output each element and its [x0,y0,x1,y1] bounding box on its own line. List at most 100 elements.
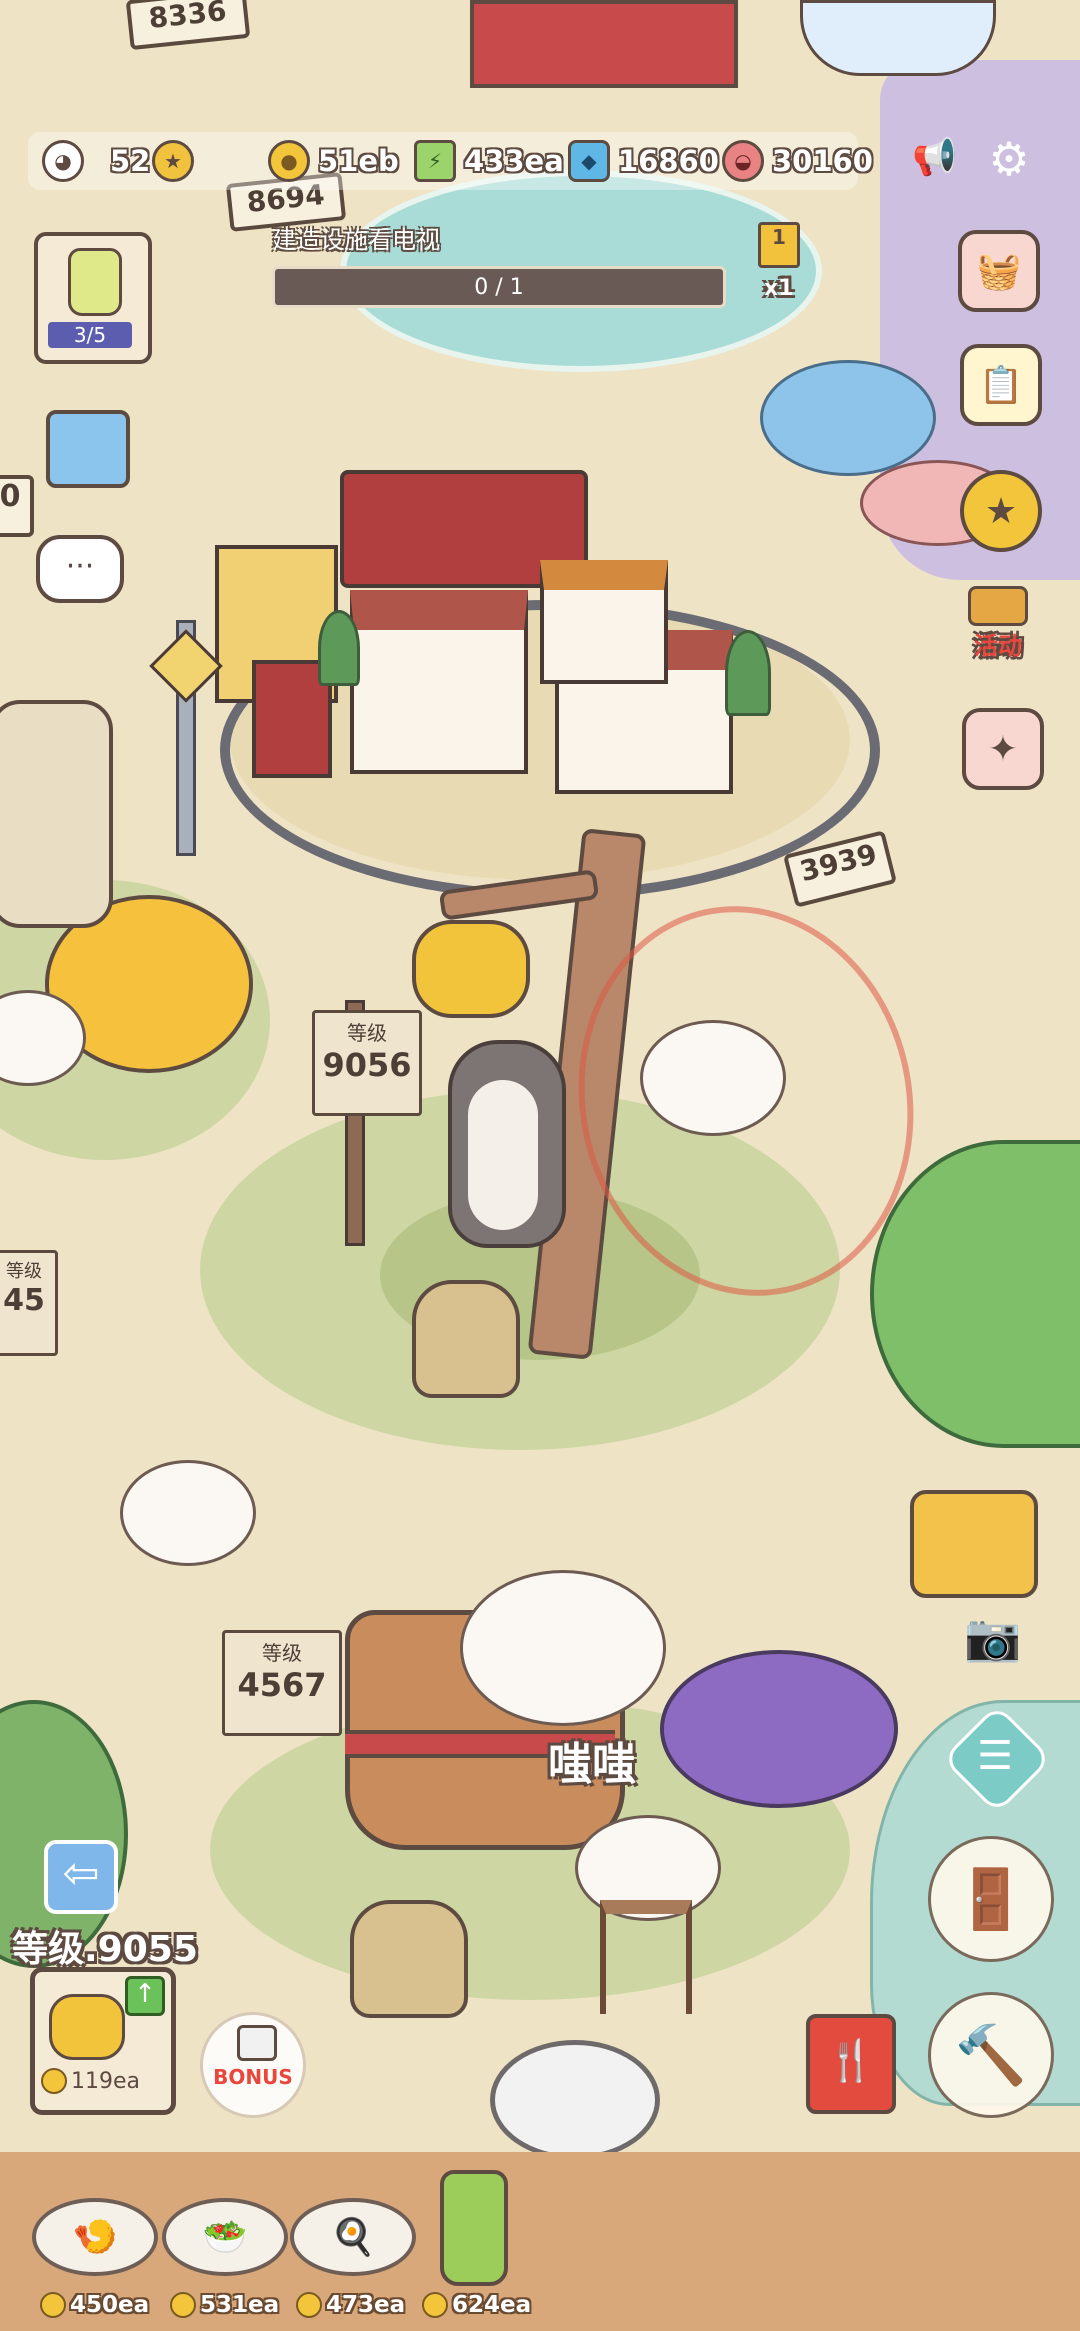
left-level-value: 45 [3,1283,45,1318]
tree-left [318,610,360,686]
grey-cat-belly [468,1080,538,1230]
upgrade-cost: 119ea [41,2068,159,2094]
shop-price-1: 450ea [40,2292,149,2318]
stool [600,1900,692,2014]
quest-progress-bar[interactable]: 0 / 1 [272,266,726,308]
bonus-button[interactable]: BONUS [200,2012,306,2118]
gem-value: 16860 [618,144,719,178]
shop-price-4: 624ea [422,2292,531,2318]
star-badge-icon[interactable]: ★ [960,470,1042,552]
shop-item-3[interactable]: 🍳 [290,2198,416,2276]
cat-face-icon: ◕ [42,140,84,182]
gem-resource[interactable]: ◆ 16860 [568,132,719,190]
sleeping-white-cat-far-left [120,1460,256,1566]
mouse-camera-figure [910,1490,1038,1598]
upgrade-arrow-icon: ↑ [125,1976,165,2016]
events-label: 活动 [974,632,1022,660]
honeycomb [412,920,530,1018]
shop-item-1[interactable]: 🍤 [32,2198,158,2276]
lightning-icon: ⚡ [414,140,456,182]
events-button[interactable]: 活动 [956,586,1040,666]
quest-reward-count: 1 [772,225,786,249]
gift-box-cat-icon[interactable] [46,410,130,488]
energy-resource[interactable]: ⚡ 433ea [414,132,564,190]
honey-level-label: 等级 [347,1021,387,1045]
bathhouse-curtain [470,0,738,88]
coral-decor [760,360,936,476]
coin-icon: ● [268,140,310,182]
juice-bottle-icon [440,2170,508,2286]
coin-resource[interactable]: ● 51eb [268,132,399,190]
chat-bubble-icon[interactable]: ··· [36,535,124,603]
shrimp-dish-icon: 🍤 [32,2198,158,2276]
palm-leaves [870,1140,1080,1448]
honey-level-value: 9056 [322,1046,412,1084]
shop-price-3: 473ea [296,2292,405,2318]
recipe-book-button[interactable]: 🍴 [806,2014,896,2114]
upgrade-cost-value: 119ea [71,2068,141,2094]
cat-food-icon: ◒ [722,140,764,182]
star-icon[interactable]: ★ [152,140,194,182]
burlap-sack-bottom [350,1900,468,2018]
quest-title: 建造设施看电视 [272,226,440,254]
quest-progress-text: 0 / 1 [474,274,524,300]
coin-icon [40,2292,66,2318]
blue-gem-icon: ◆ [568,140,610,182]
quest-reward-ticket-icon[interactable]: 1 [758,222,800,268]
juice-jar-widget[interactable]: 3/5 [34,232,152,364]
left-level-sign: 等级 45 [0,1250,58,1356]
announcement-icon[interactable]: 📢 [912,136,962,184]
bread-tower [0,700,113,928]
top-left-sign: 8336 [125,0,251,51]
honey-level-sign: 等级 9056 [312,1010,422,1116]
shop-item-4[interactable] [440,2170,508,2286]
dining-plate[interactable] [490,2040,660,2160]
house-left [350,590,528,774]
price-value: 531ea [200,2292,280,2318]
tree-right [725,630,771,716]
facility-level-label: 等级.9055 [12,1929,198,1970]
price-value: 473ea [326,2292,406,2318]
gift-icon [237,2025,277,2061]
coin-icon [422,2292,448,2318]
grape-level-label: 等级 [262,1641,302,1665]
jar-count-bar: 3/5 [48,322,132,348]
crossing-sign [149,629,223,703]
price-value: 624ea [452,2292,532,2318]
energy-value: 433ea [464,144,564,178]
house-back [540,560,668,684]
food-value: 30160 [772,144,873,178]
arched-door-icon: 🚪 [954,1864,1028,1933]
back-arrow-button[interactable]: ⇦ [44,1840,118,1914]
cat-count: ◕ 52 [42,132,150,190]
juice-jar-icon [68,248,122,316]
price-value: 450ea [70,2292,150,2318]
build-hammer-button[interactable]: 🔨 [928,1992,1054,2118]
chef-cat [460,1570,666,1726]
upgrade-card[interactable]: ↑ 119ea [30,1967,176,2115]
grape-level-sign: 等级 4567 [222,1630,342,1736]
events-chest-icon [968,586,1028,626]
coin-icon [296,2292,322,2318]
quest-list-icon[interactable]: 📋 [960,344,1042,426]
camera-icon[interactable]: 📷 [962,1610,1024,1664]
menu-list-lines-icon: ☰ [977,1733,1013,1779]
bonus-label: BONUS [213,2065,293,2089]
hammer-icon: 🔨 [954,2020,1028,2089]
cat-name-label: 嗤嗤 [548,1739,636,1790]
photo-frame-icon[interactable]: ✦ [962,708,1044,790]
shop-item-2[interactable]: 🥗 [162,2198,288,2276]
omelette-dish-icon: 🍳 [290,2198,416,2276]
burlap-sack-center [412,1280,520,1398]
cat-count-value: 52 [110,144,151,178]
door-exit-button[interactable]: 🚪 [928,1836,1054,1962]
food-resource[interactable]: ◒ 30160 [722,132,873,190]
settings-gear-icon[interactable]: ⚙ [982,132,1036,186]
shop-price-2: 531ea [170,2292,279,2318]
coin-icon [41,2068,67,2094]
salad-dish-icon: 🥗 [162,2198,288,2276]
left-level-label: 等级 [6,1261,42,1282]
gift-basket-icon[interactable]: 🧺 [958,230,1040,312]
coin-icon [170,2292,196,2318]
honeycomb-icon [49,1994,125,2060]
